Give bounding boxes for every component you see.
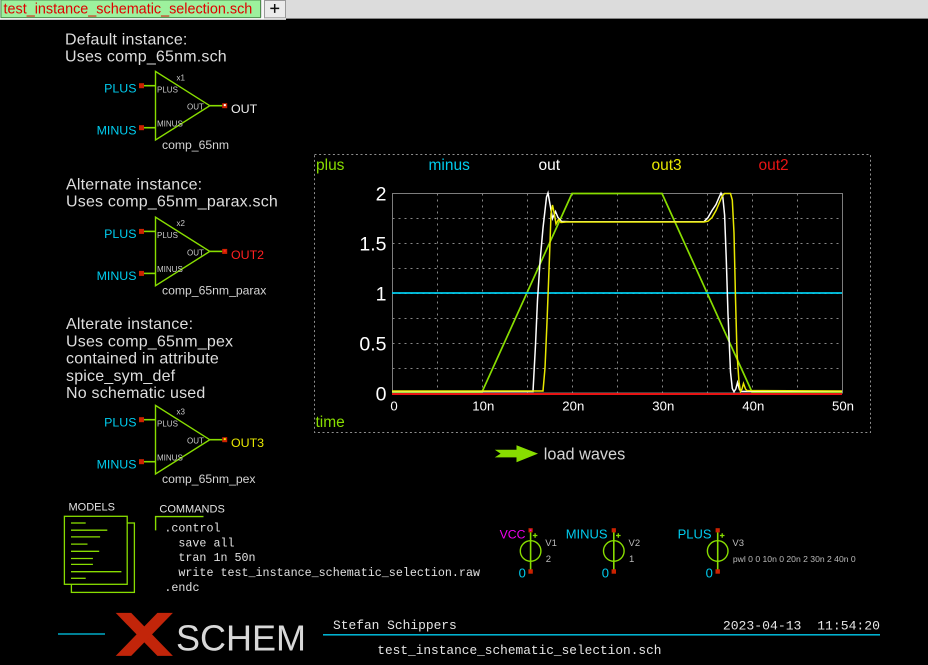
svg-text:MODELS: MODELS [69,502,115,514]
svg-text:x2: x2 [177,219,186,228]
svg-text:OUT2: OUT2 [231,248,264,262]
svg-text:0: 0 [706,565,713,580]
svg-text:2: 2 [546,554,551,565]
svg-text:40n: 40n [742,399,764,414]
svg-text:Alternate instance:: Alternate instance: [66,177,202,194]
svg-text:x3: x3 [177,408,186,417]
svg-text:Default instance:: Default instance: [65,32,188,49]
svg-text:comp_65nm: comp_65nm [162,138,229,152]
svg-text:V1: V1 [545,538,557,549]
svg-text:PLUS: PLUS [678,526,712,541]
svg-text:test_instance_schematic_select: test_instance_schematic_selection.sch [377,643,661,658]
svg-text:x1: x1 [177,74,186,83]
svg-text:2: 2 [376,184,387,206]
svg-text:pwl 0 0 10n 0 20n 2 30n 2 40n: pwl 0 0 10n 0 20n 2 30n 2 40n 0 [733,554,856,564]
svg-text:time: time [316,414,345,431]
svg-text:0.5: 0.5 [359,334,386,356]
svg-text:save all: save all [178,536,234,550]
svg-text:50n: 50n [832,399,854,414]
svg-text:0: 0 [376,384,387,406]
svg-text:OUT: OUT [231,102,258,116]
svg-text:test_instance_schematic_select: test_instance_schematic_selection.sch [4,1,253,17]
svg-text:Uses comp_65nm.sch: Uses comp_65nm.sch [65,49,227,66]
svg-text:2023-04-13 11:54:20: 2023-04-13 11:54:20 [723,619,880,634]
svg-text:.endc: .endc [164,581,199,595]
svg-text:.control: .control [164,522,220,536]
svg-text:10n: 10n [472,399,494,414]
svg-text:30n: 30n [652,399,674,414]
svg-text:out3: out3 [652,157,682,174]
svg-text:MINUS: MINUS [566,526,608,541]
svg-text:0: 0 [390,399,397,414]
svg-text:1.5: 1.5 [359,234,386,256]
svg-text:V2: V2 [629,538,641,549]
svg-text:comp_65nm_parax: comp_65nm_parax [162,284,266,298]
svg-text:COMMANDS: COMMANDS [159,504,224,516]
svg-text:out: out [539,157,561,174]
svg-text:out2: out2 [759,157,789,174]
svg-text:comp_65nm_pex: comp_65nm_pex [162,472,256,486]
svg-text:1: 1 [629,554,634,565]
svg-text:Alterate instance:: Alterate instance: [66,316,193,333]
svg-text:write test_instance_schematic_: write test_instance_schematic_selection.… [178,566,480,580]
svg-text:Uses comp_65nm_pex: Uses comp_65nm_pex [66,333,233,350]
svg-text:plus: plus [316,157,345,174]
svg-text:tran 1n 50n: tran 1n 50n [178,551,255,565]
svg-text:OUT3: OUT3 [231,436,264,450]
svg-text:spice_sym_def: spice_sym_def [66,368,176,385]
svg-text:20n: 20n [562,399,584,414]
svg-text:SCHEM: SCHEM [176,617,306,658]
svg-text:VCC: VCC [500,527,526,541]
svg-text:0: 0 [519,565,526,580]
svg-text:1: 1 [376,284,387,306]
svg-text:Stefan Schippers: Stefan Schippers [333,618,457,633]
svg-text:minus: minus [429,157,471,174]
svg-text:0: 0 [602,565,609,580]
svg-text:contained in attribute: contained in attribute [66,351,219,368]
svg-text:No schematic used: No schematic used [66,385,205,402]
svg-text:Uses comp_65nm_parax.sch: Uses comp_65nm_parax.sch [66,194,278,211]
svg-text:V3: V3 [732,538,744,549]
svg-text:load waves: load waves [544,445,625,463]
